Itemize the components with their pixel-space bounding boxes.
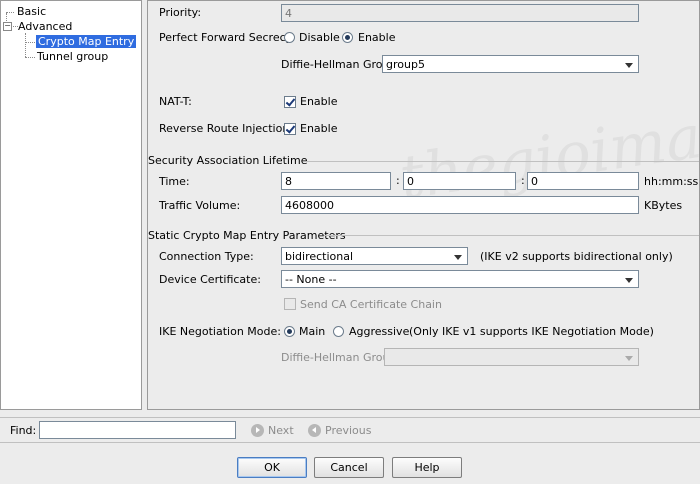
ike-mode-aggressive-radio[interactable] <box>333 326 344 337</box>
device-certificate-select[interactable]: -- None -- <box>281 270 639 288</box>
pfs-disable-radio[interactable] <box>284 32 295 43</box>
chevron-down-icon <box>625 63 633 68</box>
time-unit-label: hh:mm:ss <box>644 175 699 188</box>
chevron-down-icon <box>625 356 633 361</box>
next-arrow-icon[interactable] <box>251 424 264 437</box>
ike-mode-main-label: Main <box>299 325 326 338</box>
device-certificate-value: -- None -- <box>285 273 337 286</box>
ike-mode-note: (Only IKE v1 supports IKE Negotiation Mo… <box>409 325 654 338</box>
priority-field[interactable]: 4 <box>281 4 639 22</box>
find-label: Find: <box>10 424 37 437</box>
find-bar: Find: Next Previous <box>0 417 700 443</box>
tree-connector <box>25 42 35 43</box>
send-ca-chain-label: Send CA Certificate Chain <box>300 298 442 311</box>
send-ca-chain-checkbox[interactable] <box>284 298 296 310</box>
time-separator: : <box>521 174 525 187</box>
dh-group-select[interactable]: group5 <box>382 55 639 73</box>
crypto-map-settings-panel: thegioimang.vn Priority: 4 Perfect Forwa… <box>147 0 700 410</box>
pfs-enable-radio[interactable] <box>342 32 353 43</box>
time-label: Time: <box>159 175 190 188</box>
section-divider <box>306 161 699 162</box>
lifetime-hours-input[interactable]: 8 <box>281 172 391 190</box>
traffic-volume-label: Traffic Volume: <box>159 199 241 212</box>
find-input[interactable] <box>39 421 236 439</box>
tree-item-advanced[interactable]: Advanced <box>18 20 72 33</box>
traffic-volume-input[interactable]: 4608000 <box>281 196 639 214</box>
find-previous-button[interactable]: Previous <box>325 424 372 437</box>
tree-connector <box>6 12 14 13</box>
connection-type-note: (IKE v2 supports bidirectional only) <box>480 250 673 263</box>
priority-label: Priority: <box>159 6 202 19</box>
tree-connector <box>25 33 26 57</box>
dh-group-value: group5 <box>386 58 425 71</box>
rri-checkbox[interactable] <box>284 123 296 135</box>
ike-mode-main-radio[interactable] <box>284 326 295 337</box>
connection-type-label: Connection Type: <box>159 250 254 263</box>
pfs-enable-label: Enable <box>358 31 396 44</box>
connection-type-value: bidirectional <box>285 250 354 263</box>
tree-connector <box>25 57 35 58</box>
sa-lifetime-title: Security Association Lifetime <box>148 154 308 167</box>
pfs-disable-label: Disable <box>299 31 340 44</box>
ok-button[interactable]: OK <box>237 457 307 478</box>
cancel-button[interactable]: Cancel <box>314 457 384 478</box>
traffic-volume-unit: KBytes <box>644 199 683 212</box>
chevron-down-icon <box>625 278 633 283</box>
ike-dh-group-label: Diffie-Hellman Group: <box>281 351 401 364</box>
help-button[interactable]: Help <box>392 457 462 478</box>
tree-item-basic[interactable]: Basic <box>17 5 46 18</box>
find-next-button[interactable]: Next <box>268 424 294 437</box>
tree-item-tunnel-group[interactable]: Tunnel group <box>37 50 108 63</box>
navigation-tree: Basic − Advanced Crypto Map Entry Tunnel… <box>0 0 142 410</box>
watermark: thegioimang.vn <box>395 78 700 214</box>
nat-t-label: NAT-T: <box>159 95 192 108</box>
device-certificate-label: Device Certificate: <box>159 273 261 286</box>
lifetime-minutes-input[interactable]: 0 <box>403 172 516 190</box>
ike-dh-group-select[interactable] <box>384 348 639 366</box>
pfs-label: Perfect Forward Secrecy: <box>159 31 296 44</box>
collapse-icon[interactable]: − <box>3 22 12 31</box>
chevron-down-icon <box>454 255 462 260</box>
lifetime-seconds-input[interactable]: 0 <box>527 172 639 190</box>
static-params-title: Static Crypto Map Entry Parameters <box>148 229 346 242</box>
rri-enable-label: Enable <box>300 122 338 135</box>
tree-item-crypto-map-entry[interactable]: Crypto Map Entry <box>36 35 137 48</box>
rri-label: Reverse Route Injection: <box>159 122 294 135</box>
nat-t-enable-label: Enable <box>300 95 338 108</box>
connection-type-select[interactable]: bidirectional <box>281 247 468 265</box>
previous-arrow-icon[interactable] <box>308 424 321 437</box>
ike-mode-aggressive-label: Aggressive <box>349 325 410 338</box>
time-separator: : <box>396 174 400 187</box>
section-divider <box>324 235 699 236</box>
ike-mode-label: IKE Negotiation Mode: <box>159 325 281 338</box>
nat-t-checkbox[interactable] <box>284 96 296 108</box>
